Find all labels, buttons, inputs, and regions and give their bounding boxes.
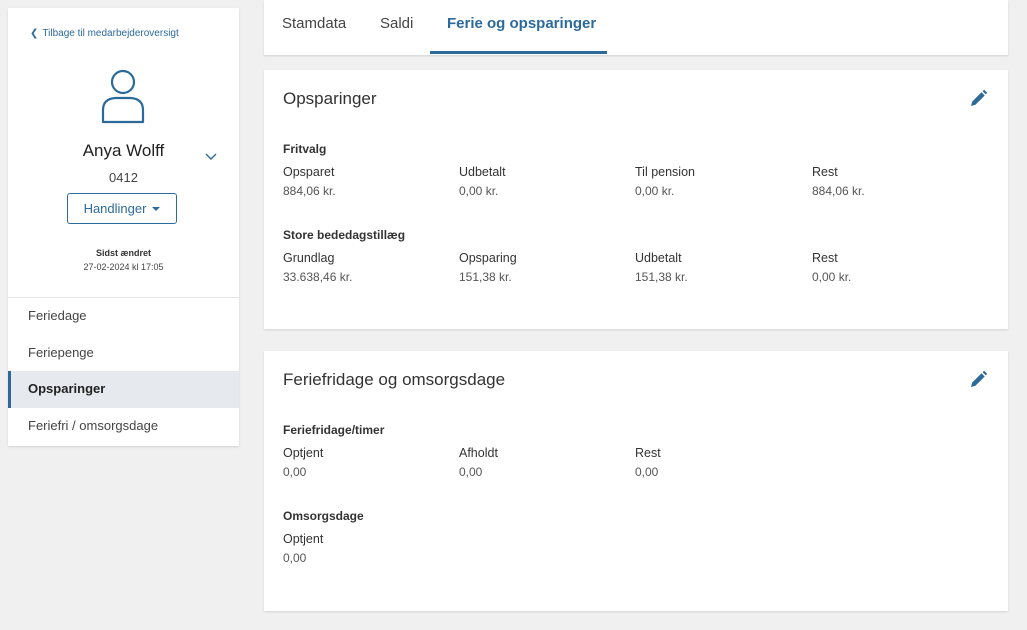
employee-sidebar: ❮ Tilbage til medarbejderoversigt Anya Wo… — [8, 8, 239, 446]
omsorgsdage-title: Omsorgsdage — [283, 509, 364, 523]
last-changed-value: 27-02-2024 kl 17:05 — [83, 262, 164, 272]
tab-stamdata[interactable]: Stamdata — [282, 15, 346, 32]
user-avatar-icon — [101, 69, 145, 124]
actions-dropdown-button[interactable]: Handlinger — [67, 193, 177, 224]
timer-afholdt-value: 0,00 — [459, 465, 483, 479]
chevron-down-icon[interactable] — [204, 152, 218, 162]
feriefridage-card: Feriefridage og omsorgsdage Feriefridage… — [264, 351, 1008, 611]
pencil-icon[interactable] — [968, 89, 988, 109]
fritvalg-udbetalt-label: Udbetalt — [459, 165, 506, 179]
store-bededag-rest-value: 0,00 kr. — [812, 270, 852, 284]
timer-optjent-label: Optjent — [283, 446, 324, 460]
store-bededag-udbetalt-label: Udbetalt — [635, 251, 682, 265]
fritvalg-opsparet-label: Opsparet — [283, 165, 335, 179]
timer-optjent-value: 0,00 — [283, 465, 307, 479]
store-bededag-opsparing-label: Opsparing — [459, 251, 517, 265]
back-link-label: Tilbage til medarbejderoversigt — [42, 28, 179, 39]
sidebar-item-feriefri-omsorgsdage[interactable]: Feriefri / omsorgsdage — [8, 408, 239, 445]
store-bededag-udbetalt-value: 151,38 kr. — [635, 270, 688, 284]
sidebar-item-opsparinger[interactable]: Opsparinger — [8, 371, 239, 408]
store-bededag-rest-label: Rest — [812, 251, 838, 265]
fritvalg-til-pension-value: 0,00 kr. — [635, 184, 675, 198]
timer-rest-label: Rest — [635, 446, 661, 460]
actions-button-label: Handlinger — [83, 201, 147, 216]
back-to-employee-overview-link[interactable]: ❮ Tilbage til medarbejderoversigt — [30, 28, 179, 39]
tab-saldi[interactable]: Saldi — [380, 15, 413, 32]
caret-down-icon — [152, 206, 161, 211]
fritvalg-opsparet-value: 884,06 kr. — [283, 184, 336, 198]
tab-ferie-og-opsparinger[interactable]: Ferie og opsparinger — [447, 15, 596, 32]
omsorgsdage-optjent-label: Optjent — [283, 532, 324, 546]
tab-bar: Stamdata Saldi Ferie og opsparinger — [264, 0, 1008, 55]
timer-rest-value: 0,00 — [635, 465, 659, 479]
opsparinger-title: Opsparinger — [283, 89, 377, 108]
pencil-icon[interactable] — [968, 370, 988, 390]
active-tab-indicator — [430, 51, 607, 54]
store-bededag-grundlag-label: Grundlag — [283, 251, 335, 265]
feriefridage-title: Feriefridage og omsorgsdage — [283, 370, 506, 389]
fritvalg-title: Fritvalg — [283, 142, 327, 156]
employee-number: 0412 — [109, 170, 138, 185]
feriefridage-timer-title: Feriefridage/timer — [283, 423, 385, 437]
fritvalg-udbetalt-value: 0,00 kr. — [459, 184, 499, 198]
fritvalg-rest-value: 884,06 kr. — [812, 184, 865, 198]
fritvalg-til-pension-label: Til pension — [635, 165, 695, 179]
sidebar-item-feriepenge[interactable]: Feriepenge — [8, 335, 239, 372]
sidebar-item-feriedage[interactable]: Feriedage — [8, 298, 239, 335]
opsparinger-card: Opsparinger Fritvalg Opsparet 884,06 kr.… — [264, 70, 1008, 329]
store-bededag-opsparing-value: 151,38 kr. — [459, 270, 512, 284]
chevron-left-icon: ❮ — [30, 28, 39, 39]
fritvalg-rest-label: Rest — [812, 165, 838, 179]
store-bededag-title: Store bededagstillæg — [283, 228, 406, 242]
sidebar-nav: Feriedage Feriepenge Opsparinger Feriefr… — [8, 297, 239, 444]
omsorgsdage-optjent-value: 0,00 — [283, 551, 307, 565]
timer-afholdt-label: Afholdt — [459, 446, 498, 460]
last-changed-label: Sidst ændret — [95, 248, 151, 258]
store-bededag-grundlag-value: 33.638,46 kr. — [283, 270, 353, 284]
